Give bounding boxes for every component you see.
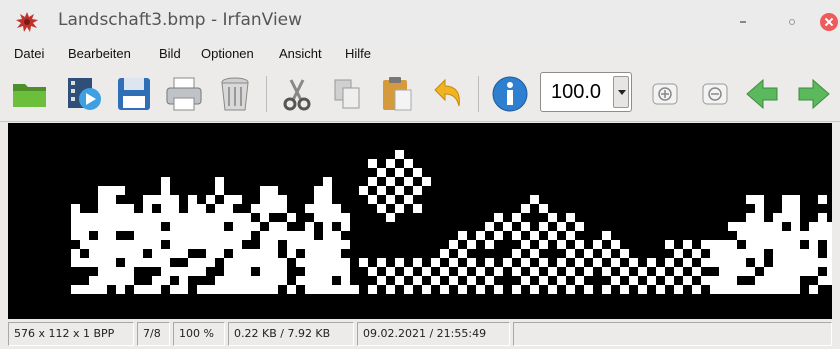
status-filesize: 0.22 KB / 7.92 KB (228, 322, 354, 346)
previous-arrow-icon[interactable] (743, 74, 783, 114)
open-folder-icon[interactable] (10, 74, 50, 114)
next-arrow-icon[interactable] (793, 74, 833, 114)
delete-icon[interactable] (215, 74, 255, 114)
toolbar: 100.0 (0, 64, 840, 122)
image-canvas[interactable] (8, 123, 832, 319)
status-index: 7/8 (137, 322, 170, 346)
chevron-down-icon[interactable] (613, 76, 629, 108)
cut-icon[interactable] (277, 74, 317, 114)
close-icon (820, 13, 838, 31)
menu-bar: Datei Bearbeiten Bild Optionen Ansicht H… (0, 42, 840, 64)
menu-ansicht[interactable]: Ansicht (279, 46, 322, 61)
minimize-icon (740, 21, 746, 23)
zoom-combobox[interactable]: 100.0 (540, 72, 632, 112)
status-bar: 576 x 112 x 1 BPP 7/8 100 % 0.22 KB / 7.… (0, 319, 840, 349)
slideshow-icon[interactable] (64, 74, 104, 114)
print-icon[interactable] (164, 74, 204, 114)
minimize-button[interactable] (733, 12, 753, 32)
menu-datei[interactable]: Datei (14, 46, 44, 61)
maximize-button[interactable] (782, 12, 802, 32)
menu-hilfe[interactable]: Hilfe (345, 46, 371, 61)
zoom-in-icon[interactable] (645, 74, 685, 114)
undo-icon[interactable] (427, 74, 467, 114)
title-bar: Landschaft3.bmp - IrfanView (0, 0, 840, 42)
status-dimensions: 576 x 112 x 1 BPP (8, 322, 134, 346)
status-empty (513, 322, 832, 346)
status-datetime: 09.02.2021 / 21:55:49 (357, 322, 510, 346)
info-icon[interactable] (490, 74, 530, 114)
menu-bild[interactable]: Bild (159, 46, 181, 61)
menu-bearbeiten[interactable]: Bearbeiten (68, 46, 131, 61)
menu-optionen[interactable]: Optionen (201, 46, 254, 61)
copy-icon[interactable] (327, 74, 367, 114)
window-title: Landschaft3.bmp - IrfanView (58, 10, 303, 30)
landscape-bitmap (71, 150, 832, 294)
status-zoom: 100 % (173, 322, 225, 346)
maximize-icon (789, 19, 795, 25)
save-icon[interactable] (114, 74, 154, 114)
zoom-out-icon[interactable] (695, 74, 735, 114)
irfanview-cat-icon (16, 12, 38, 32)
toolbar-separator (266, 76, 267, 112)
zoom-value[interactable]: 100.0 (551, 81, 601, 104)
close-button[interactable] (819, 12, 839, 32)
paste-icon[interactable] (377, 74, 417, 114)
toolbar-separator (478, 76, 479, 112)
